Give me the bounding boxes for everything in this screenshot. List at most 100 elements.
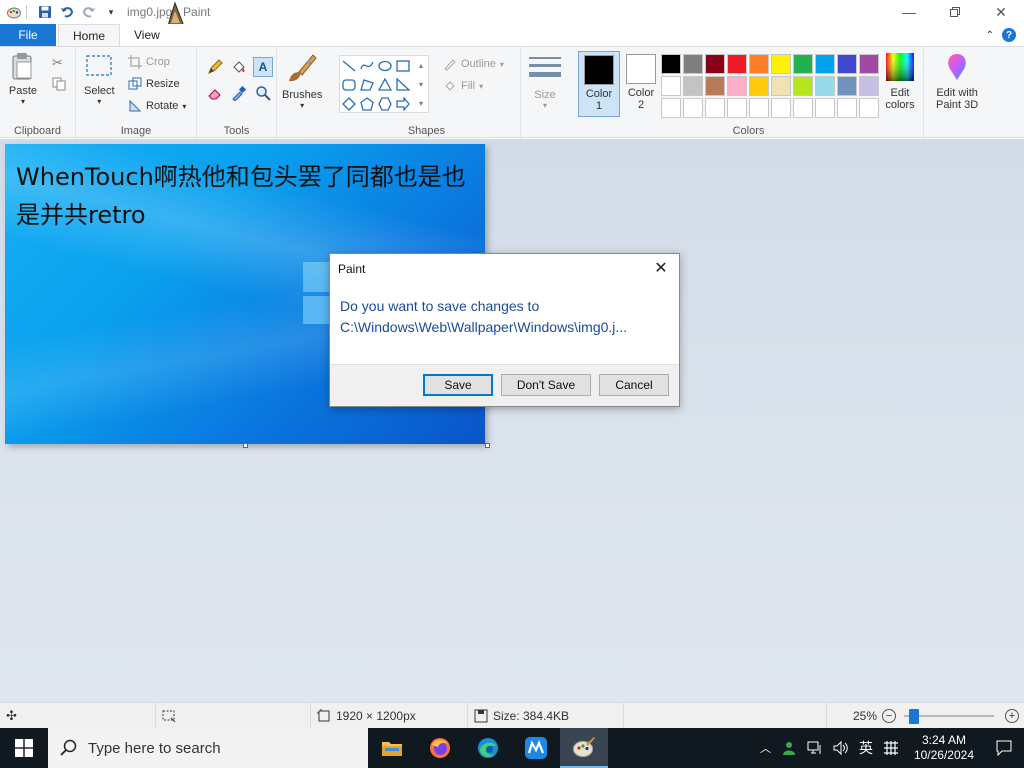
palette-swatch[interactable] <box>837 76 857 96</box>
resize-handle-bottom[interactable] <box>243 443 248 448</box>
save-icon[interactable] <box>37 4 53 20</box>
clock[interactable]: 3:24 AM 10/26/2024 <box>904 733 984 763</box>
palette-swatch[interactable] <box>837 54 857 74</box>
crop-button[interactable]: Crop <box>128 55 170 69</box>
magnifier-icon[interactable] <box>253 83 273 103</box>
palette-swatch[interactable] <box>815 54 835 74</box>
edge-icon[interactable] <box>464 728 512 768</box>
edit-with-paint3d-button[interactable]: Edit with Paint 3D <box>936 51 978 111</box>
palette-swatch[interactable] <box>661 76 681 96</box>
start-button[interactable] <box>0 728 48 768</box>
brushes-button[interactable]: Brushes ▾ <box>282 51 322 110</box>
save-button[interactable]: Save <box>423 374 493 396</box>
show-hidden-icons-icon[interactable]: ︿ <box>755 728 776 768</box>
palette-swatch[interactable] <box>793 54 813 74</box>
palette-swatch[interactable] <box>793 76 813 96</box>
undo-icon[interactable] <box>59 4 75 20</box>
tab-view[interactable]: View <box>120 24 174 46</box>
resize-handle-corner[interactable] <box>485 443 490 448</box>
shapes-scroll-down-icon[interactable]: ▾ <box>419 80 423 89</box>
rotate-button[interactable]: Rotate ▾ <box>128 99 186 113</box>
eraser-icon[interactable] <box>205 83 225 103</box>
volume-icon[interactable] <box>828 728 854 768</box>
hexagon-shape-icon[interactable] <box>378 96 392 111</box>
fill-icon[interactable] <box>229 57 249 77</box>
copy-button[interactable] <box>52 77 66 91</box>
palette-swatch[interactable] <box>749 76 769 96</box>
rounded-rectangle-shape-icon[interactable] <box>342 78 356 92</box>
zoom-out-button[interactable]: − <box>882 709 896 723</box>
help-icon[interactable]: ? <box>1002 28 1016 42</box>
palette-swatch[interactable] <box>771 54 791 74</box>
tab-home[interactable]: Home <box>58 24 121 46</box>
network-icon[interactable] <box>802 728 828 768</box>
palette-swatch[interactable] <box>859 98 879 118</box>
arrow-shape-icon[interactable] <box>396 96 410 111</box>
palette-swatch[interactable] <box>705 54 725 74</box>
text-icon[interactable]: A <box>253 57 273 77</box>
diamond-shape-icon[interactable] <box>342 96 356 111</box>
palette-swatch[interactable] <box>705 98 725 118</box>
paint-icon[interactable] <box>560 728 608 768</box>
paste-button[interactable]: Paste ▾ <box>8 51 38 106</box>
edit-colors-button[interactable]: Edit colors <box>884 51 916 111</box>
palette-swatch[interactable] <box>705 76 725 96</box>
canvas-workspace[interactable]: WhenTouch啊热他和包头罢了同都也是也 是并共retro <box>0 139 1024 702</box>
network-user-icon[interactable] <box>776 728 802 768</box>
zoom-slider-thumb[interactable] <box>909 709 920 724</box>
triangle-shape-icon[interactable] <box>378 77 392 92</box>
redo-icon[interactable] <box>81 4 97 20</box>
cut-button[interactable]: ✂ <box>52 55 63 71</box>
palette-swatch[interactable] <box>837 98 857 118</box>
palette-swatch[interactable] <box>727 76 747 96</box>
minimize-icon[interactable]: — <box>886 0 932 24</box>
select-button[interactable]: Select ▾ <box>84 51 115 106</box>
palette-swatch[interactable] <box>815 98 835 118</box>
palette-swatch[interactable] <box>683 76 703 96</box>
input-method-indicator[interactable]: 英 <box>854 728 878 768</box>
dont-save-button[interactable]: Don't Save <box>501 374 591 396</box>
size-button[interactable]: Size ▾ <box>528 51 562 110</box>
palette-swatch[interactable] <box>771 76 791 96</box>
outline-button[interactable]: Outline ▾ <box>443 57 504 71</box>
close-icon[interactable]: ✕ <box>978 0 1024 24</box>
collapse-ribbon-icon[interactable]: ⌃ <box>986 30 994 41</box>
palette-swatch[interactable] <box>815 76 835 96</box>
palette-swatch[interactable] <box>771 98 791 118</box>
fill-button[interactable]: Fill ▾ <box>443 79 483 93</box>
taskbar-search-box[interactable]: Type here to search <box>48 728 368 768</box>
zoom-in-button[interactable]: + <box>1005 709 1019 723</box>
firefox-icon[interactable] <box>416 728 464 768</box>
notifications-icon[interactable] <box>984 728 1024 768</box>
paint-app-icon[interactable] <box>6 4 22 20</box>
palette-swatch[interactable] <box>727 54 747 74</box>
line-shape-icon[interactable] <box>342 59 356 73</box>
right-triangle-shape-icon[interactable] <box>396 77 410 92</box>
resize-button[interactable]: Resize <box>128 77 180 91</box>
canvas-text[interactable]: WhenTouch啊热他和包头罢了同都也是也 是并共retro <box>16 158 476 234</box>
keyboard-grid-icon[interactable] <box>878 728 904 768</box>
curve-shape-icon[interactable] <box>360 59 374 73</box>
close-icon[interactable]: ✕ <box>651 259 671 277</box>
color1-button[interactable]: Color 1 <box>578 51 620 117</box>
palette-swatch[interactable] <box>793 98 813 118</box>
cancel-button[interactable]: Cancel <box>599 374 669 396</box>
customize-icon[interactable]: ▾ <box>103 4 119 20</box>
color-picker-icon[interactable] <box>229 83 249 103</box>
polygon-shape-icon[interactable] <box>360 78 374 92</box>
palette-swatch[interactable] <box>859 54 879 74</box>
oval-shape-icon[interactable] <box>378 59 392 73</box>
palette-swatch[interactable] <box>683 98 703 118</box>
palette-swatch[interactable] <box>749 54 769 74</box>
pentagon-shape-icon[interactable] <box>360 96 374 111</box>
palette-swatch[interactable] <box>661 54 681 74</box>
palette-swatch[interactable] <box>661 98 681 118</box>
file-explorer-icon[interactable] <box>368 728 416 768</box>
palette-swatch[interactable] <box>727 98 747 118</box>
shapes-scroll-up-icon[interactable]: ▴ <box>419 61 423 70</box>
palette-swatch[interactable] <box>683 54 703 74</box>
shapes-more-icon[interactable]: ▾ <box>419 99 423 108</box>
color2-button[interactable]: Color 2 <box>620 51 662 117</box>
rectangle-shape-icon[interactable] <box>396 59 410 73</box>
palette-swatch[interactable] <box>749 98 769 118</box>
